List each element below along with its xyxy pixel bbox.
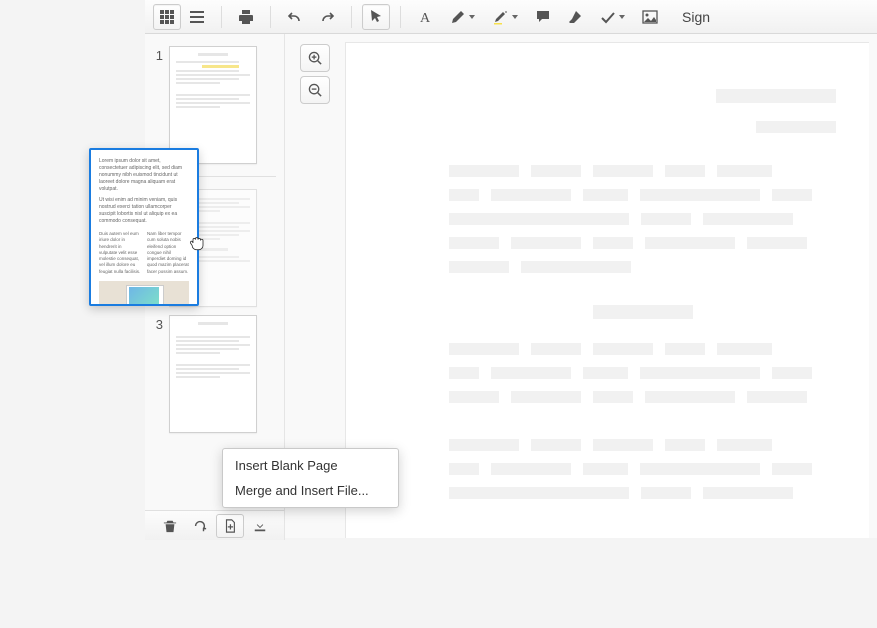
menu-item-insert-blank[interactable]: Insert Blank Page	[223, 453, 398, 478]
add-page-menu: Insert Blank Page Merge and Insert File.…	[222, 448, 399, 508]
drag-preview-text: Nam liber tempor cum soluta nobis eleife…	[147, 231, 189, 275]
check-tool-button[interactable]	[593, 4, 632, 30]
dragged-page-thumbnail[interactable]: Lorem ipsum dolor sit amet, consectetuer…	[89, 148, 199, 306]
drag-preview-text: Duis autem vel eum iriure dolor in hendr…	[99, 231, 141, 275]
list-view-button[interactable]	[183, 4, 211, 30]
menu-item-merge-insert[interactable]: Merge and Insert File...	[223, 478, 398, 503]
print-button[interactable]	[232, 4, 260, 30]
page-thumbnail[interactable]	[169, 315, 257, 433]
chevron-down-icon	[469, 15, 475, 19]
page-number: 3	[149, 315, 163, 332]
add-page-button[interactable]	[216, 514, 244, 538]
delete-page-button[interactable]	[156, 514, 184, 538]
zoom-controls	[300, 44, 330, 104]
thumbnail-actions-bar	[145, 510, 285, 540]
zoom-in-button[interactable]	[300, 44, 330, 72]
document-view[interactable]	[345, 42, 869, 538]
download-button[interactable]	[246, 514, 274, 538]
rotate-page-button[interactable]	[186, 514, 214, 538]
grab-cursor-icon	[188, 232, 208, 254]
drag-preview-text: Ut wisi enim ad minim veniam, quis nostr…	[99, 197, 189, 225]
page-number: 1	[149, 46, 163, 63]
chevron-down-icon	[619, 15, 625, 19]
sign-button[interactable]: Sign	[682, 9, 710, 25]
grid-view-button[interactable]	[153, 4, 181, 30]
eraser-tool-button[interactable]	[561, 4, 589, 30]
undo-button[interactable]	[281, 4, 309, 30]
image-tool-button[interactable]	[636, 4, 664, 30]
page-thumbnail[interactable]	[169, 46, 257, 164]
highlighter-tool-button[interactable]	[486, 4, 525, 30]
pencil-tool-button[interactable]	[443, 4, 482, 30]
pointer-tool-button[interactable]	[362, 4, 390, 30]
svg-text:A: A	[420, 11, 431, 25]
drag-preview-text: Lorem ipsum dolor sit amet, consectetuer…	[99, 158, 189, 193]
chevron-down-icon	[512, 15, 518, 19]
drag-preview-image	[99, 281, 189, 306]
text-tool-button[interactable]: A	[411, 4, 439, 30]
comment-tool-button[interactable]	[529, 4, 557, 30]
main-toolbar: A Sign	[145, 0, 877, 34]
thumbnail-row[interactable]: 3	[145, 311, 284, 437]
redo-button[interactable]	[313, 4, 341, 30]
zoom-out-button[interactable]	[300, 76, 330, 104]
